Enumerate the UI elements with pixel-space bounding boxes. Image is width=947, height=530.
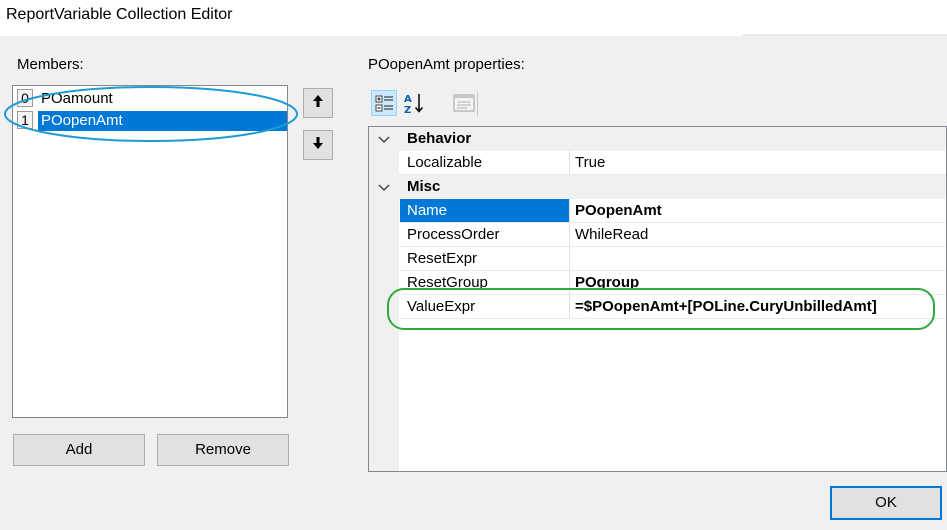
property-grid-toolbar: A Z <box>368 87 480 121</box>
list-item-selected[interactable]: 1 POopenAmt <box>15 110 287 132</box>
grid-row-divider <box>399 294 946 295</box>
chevron-down-icon[interactable] <box>377 132 391 149</box>
property-row-processorder[interactable]: ProcessOrder WhileRead <box>369 223 946 247</box>
members-label: Members: <box>17 56 84 73</box>
property-pages-button[interactable] <box>451 90 477 116</box>
arrow-down-icon <box>312 136 324 154</box>
chevron-down-icon[interactable] <box>377 180 391 197</box>
window-title: ReportVariable Collection Editor <box>6 6 233 23</box>
arrow-up-icon <box>312 94 324 112</box>
list-item[interactable]: 0 POamount <box>15 88 287 110</box>
list-item-index: 1 <box>17 111 33 129</box>
move-down-button[interactable] <box>303 130 333 160</box>
list-item-name: POopenAmt <box>38 111 287 131</box>
category-name: Misc <box>407 178 441 195</box>
grid-column-divider <box>569 199 570 319</box>
category-misc[interactable]: Misc <box>369 175 946 199</box>
grid-row-divider <box>399 222 946 223</box>
category-behavior[interactable]: Behavior <box>369 127 946 151</box>
property-name: ProcessOrder <box>407 226 500 243</box>
svg-text:Z: Z <box>404 105 411 116</box>
remove-button[interactable]: Remove <box>157 434 289 466</box>
members-listbox[interactable]: 0 POamount 1 POopenAmt <box>12 85 288 418</box>
property-value[interactable]: WhileRead <box>575 225 648 245</box>
properties-label: POopenAmt properties: <box>368 56 525 73</box>
toolbar-separator <box>477 92 478 116</box>
property-row-name[interactable]: Name POopenAmt <box>369 199 946 223</box>
property-row-valueexpr[interactable]: ValueExpr =$POopenAmt+[POLine.CuryUnbill… <box>369 295 946 319</box>
property-row-resetgroup[interactable]: ResetGroup POgroup <box>369 271 946 295</box>
property-value[interactable]: True <box>575 153 605 173</box>
ok-button[interactable]: OK <box>830 486 942 520</box>
property-value[interactable]: POgroup <box>575 273 639 293</box>
grid-row-divider <box>399 318 946 319</box>
property-name: ResetGroup <box>407 274 488 291</box>
list-item-name: POamount <box>41 90 113 107</box>
property-value[interactable]: =$POopenAmt+[POLine.CuryUnbilledAmt] <box>575 297 877 317</box>
property-name: ResetExpr <box>407 250 478 267</box>
property-value[interactable]: POopenAmt <box>575 201 662 221</box>
alphabetical-button[interactable]: A Z <box>401 90 427 116</box>
title-bar: ReportVariable Collection Editor <box>0 0 947 34</box>
property-row-localizable[interactable]: Localizable True <box>369 151 946 175</box>
grid-row-divider <box>399 174 946 175</box>
grid-row-divider <box>399 270 946 271</box>
svg-text:A: A <box>404 94 412 105</box>
property-name: ValueExpr <box>407 298 476 315</box>
category-name: Behavior <box>407 130 472 147</box>
add-button[interactable]: Add <box>13 434 145 466</box>
property-name: Localizable <box>407 154 483 171</box>
grid-column-divider <box>569 151 570 175</box>
grid-row-divider <box>399 246 946 247</box>
list-item-index: 0 <box>17 89 33 107</box>
move-up-button[interactable] <box>303 88 333 118</box>
categorized-button[interactable] <box>371 90 397 116</box>
property-row-resetexpr[interactable]: ResetExpr <box>369 247 946 271</box>
property-name: Name <box>407 202 448 219</box>
property-grid[interactable]: Behavior Localizable True Misc Name POop… <box>368 126 947 472</box>
